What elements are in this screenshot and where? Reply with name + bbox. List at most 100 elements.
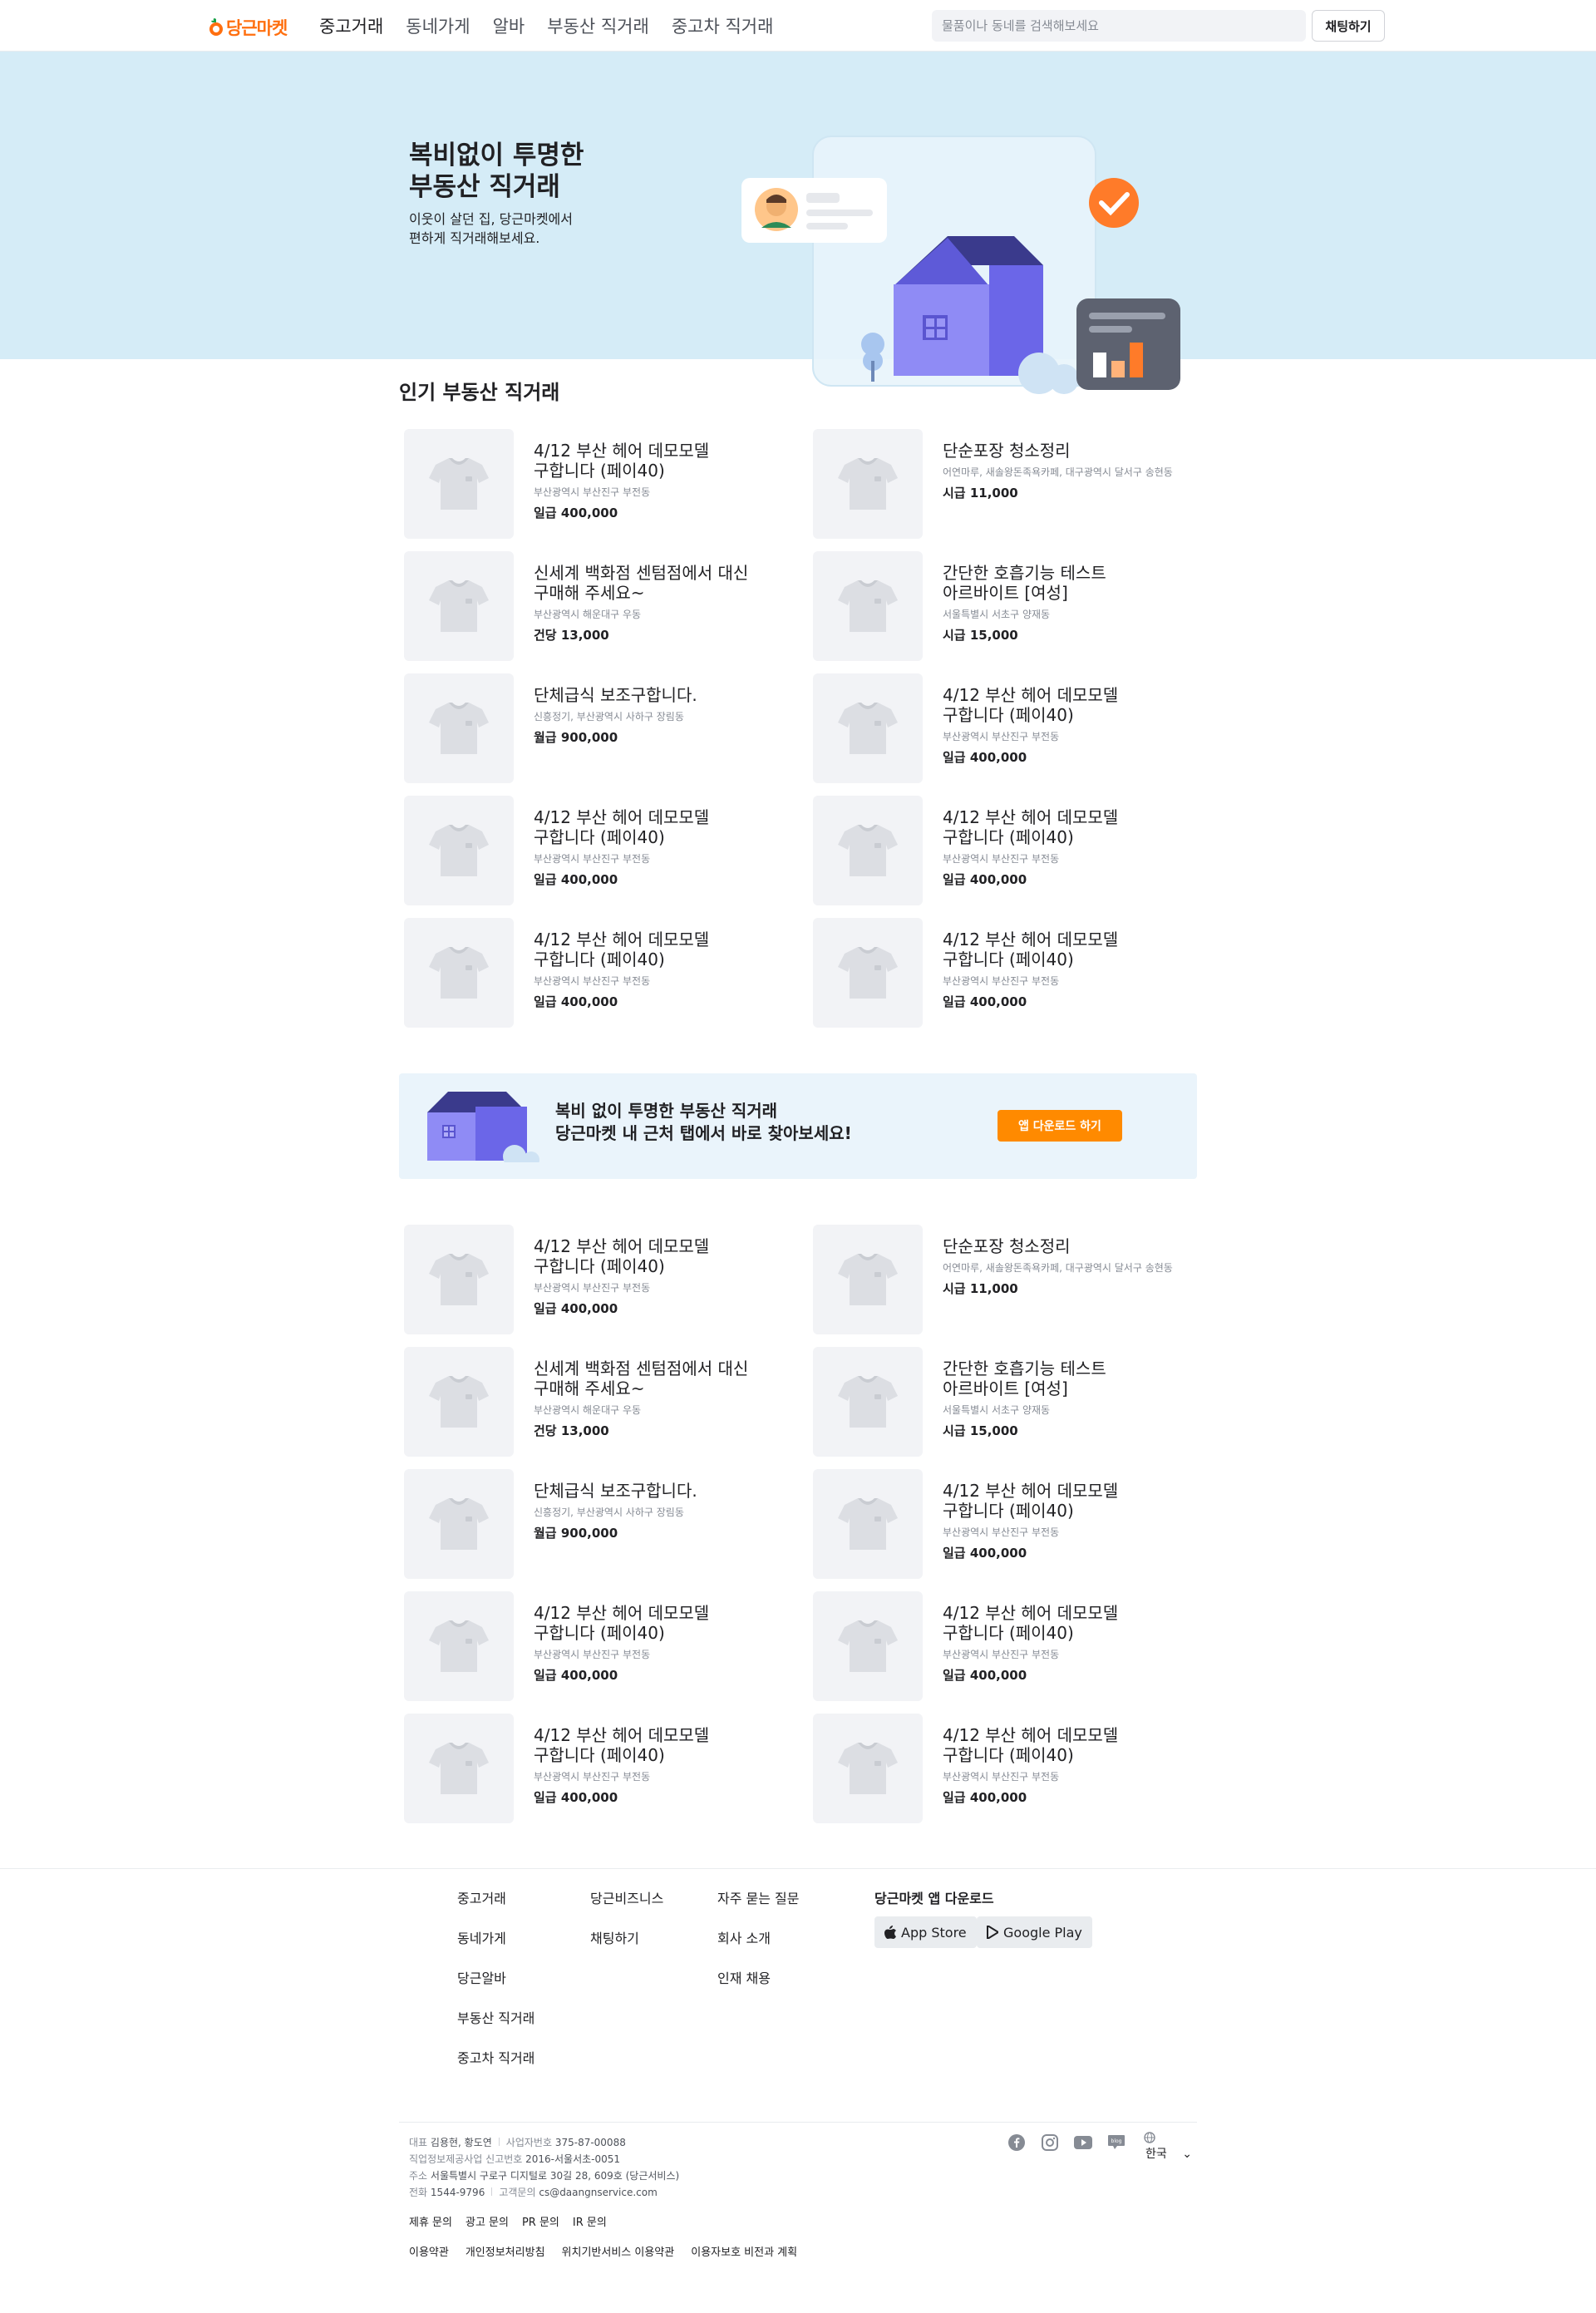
listing-thumbnail [813,551,923,661]
footer-link[interactable]: IR 문의 [573,2213,607,2229]
listing-card[interactable]: 단체급식 보조구합니다. 신흥정기, 부산광역시 사하구 장림동 월급 900,00… [404,673,813,796]
tshirt-placeholder-icon [429,580,489,632]
youtube-icon[interactable] [1074,2133,1092,2152]
footer-link[interactable]: 광고 문의 [466,2213,509,2229]
listing-location: 부산광역시 부산진구 부전동 [534,486,651,498]
listing-price: 일급 400,000 [534,872,618,887]
listing-card[interactable]: 4/12 부산 헤어 데모모델 구합니다 (페이40) 부산광역시 부산진구 부전… [813,1591,1222,1714]
footer-link[interactable]: 당근비즈니스 [590,1887,663,1927]
listing-info: 4/12 부산 헤어 데모모델 구합니다 (페이40) 부산광역시 부산진구 부전… [534,1725,775,1806]
hero-banner: 복비없이 투명한 부동산 직거래 이웃이 살던 집, 당근마켓에서 편하게 직거… [0,52,1596,394]
app-download-button[interactable]: 앱 다운로드 하기 [998,1110,1122,1142]
listing-card[interactable]: 4/12 부산 헤어 데모모델 구합니다 (페이40) 부산광역시 부산진구 부전… [813,918,1222,1040]
listing-card[interactable]: 4/12 부산 헤어 데모모델 구합니다 (페이40) 부산광역시 부산진구 부전… [404,796,813,918]
listing-card[interactable]: 4/12 부산 헤어 데모모델 구합니다 (페이40) 부산광역시 부산진구 부전… [404,1714,813,1836]
listing-info: 간단한 호흡기능 테스트 아르바이트 [여성] 서울특별시 서초구 양재동 시급 1… [943,563,1184,644]
listing-title: 4/12 부산 헤어 데모모델 구합니다 (페이40) [943,1725,1119,1765]
logo[interactable]: 당근마켓 [208,15,288,40]
listing-price: 일급 400,000 [943,1668,1027,1683]
listing-thumbnail [813,1225,923,1334]
google-play-label: Google Play [1003,1924,1082,1941]
listing-card[interactable]: 4/12 부산 헤어 데모모델 구합니다 (페이40) 부산광역시 부산진구 부전… [813,1469,1222,1591]
nav-item-jobs[interactable]: 알바 [493,13,525,38]
footer-link[interactable]: 중고거래 [457,1887,534,1927]
listing-card[interactable]: 단순포장 청소정리 어연마루, 새솔왕돈족욕카페, 대구광역시 달서구 송현동 시급… [813,429,1222,551]
listing-card[interactable]: 4/12 부산 헤어 데모모델 구합니다 (페이40) 부산광역시 부산진구 부전… [404,918,813,1040]
footer-link[interactable]: 자주 묻는 질문 [717,1887,800,1927]
nav-item-used-trade[interactable]: 중고거래 [319,13,383,38]
listing-grid-top: 4/12 부산 헤어 데모모델 구합니다 (페이40) 부산광역시 부산진구 부전… [404,429,1222,1040]
listing-info: 4/12 부산 헤어 데모모델 구합니다 (페이40) 부산광역시 부산진구 부전… [943,930,1184,1010]
footer-link[interactable]: 위치기반서비스 이용약관 [562,2243,675,2259]
footer-link[interactable]: 이용자보호 비전과 계획 [691,2243,797,2259]
footer-link[interactable]: 인재 채용 [717,1967,800,2007]
listing-price: 시급 15,000 [943,1423,1018,1438]
listing-price: 일급 400,000 [534,994,618,1009]
listing-location: 부산광역시 부산진구 부전동 [534,975,651,987]
listing-card[interactable]: 4/12 부산 헤어 데모모델 구합니다 (페이40) 부산광역시 부산진구 부전… [404,1591,813,1714]
facebook-icon[interactable] [1007,2133,1026,2152]
footer-link[interactable]: 채팅하기 [590,1927,663,1967]
language-selector[interactable]: 한국 ⌄ [1144,2132,1192,2162]
listing-location: 부산광역시 부산진구 부전동 [534,1771,651,1783]
listing-title: 4/12 부산 헤어 데모모델 구합니다 (페이40) [534,1603,710,1643]
listing-thumbnail [813,1714,923,1823]
listing-thumbnail [404,796,514,905]
nav-item-used-car[interactable]: 중고차 직거래 [672,13,774,38]
footer-link[interactable]: 제휴 문의 [409,2213,452,2229]
listing-thumbnail [813,796,923,905]
listing-title: 4/12 부산 헤어 데모모델 구합니다 (페이40) [534,441,710,481]
chat-button[interactable]: 채팅하기 [1312,10,1385,42]
google-play-button[interactable]: Google Play [977,1916,1092,1948]
footer-link[interactable]: 회사 소개 [717,1927,800,1967]
listing-location: 부산광역시 부산진구 부전동 [943,731,1060,742]
phone-value: 1544-9796 [430,2187,485,2198]
listing-info: 4/12 부산 헤어 데모모델 구합니다 (페이40) 부산광역시 부산진구 부전… [943,685,1184,766]
tshirt-placeholder-icon [838,703,898,754]
listing-title: 간단한 호흡기능 테스트 아르바이트 [여성] [943,1359,1106,1398]
listing-price: 시급 15,000 [943,628,1018,643]
footer-link[interactable]: 당근알바 [457,1967,534,2007]
search-input[interactable] [932,10,1306,42]
language-label: 한국 [1145,2148,1167,2161]
rep-value: 김용현, 황도연 [430,2137,492,2148]
corporate-info: 대표 김용현, 황도연 사업자번호 375-87-00088 직업정보제공사업 신… [409,2134,679,2201]
footer-link[interactable]: 중고차 직거래 [457,2047,534,2087]
listing-card[interactable]: 간단한 호흡기능 테스트 아르바이트 [여성] 서울특별시 서초구 양재동 시급 1… [813,551,1222,673]
app-store-button[interactable]: App Store [874,1916,977,1948]
listing-card[interactable]: 4/12 부산 헤어 데모모델 구합니다 (페이40) 부산광역시 부산진구 부전… [404,1225,813,1347]
listing-location: 부산광역시 부산진구 부전동 [534,1649,651,1660]
footer-link[interactable]: 동네가게 [457,1927,534,1967]
listing-card[interactable]: 4/12 부산 헤어 데모모델 구합니다 (페이40) 부산광역시 부산진구 부전… [404,429,813,551]
listing-location: 어연마루, 새솔왕돈족욕카페, 대구광역시 달서구 송현동 [943,1262,1173,1274]
listing-info: 4/12 부산 헤어 데모모델 구합니다 (페이40) 부산광역시 부산진구 부전… [943,1725,1184,1806]
listing-card[interactable]: 단체급식 보조구합니다. 신흥정기, 부산광역시 사하구 장림동 월급 900,00… [404,1469,813,1591]
listing-card[interactable]: 신세계 백화점 센텀점에서 대신 구매해 주세요~ 부산광역시 해운대구 우동 건당… [404,551,813,673]
listing-card[interactable]: 4/12 부산 헤어 데모모델 구합니다 (페이40) 부산광역시 부산진구 부전… [813,1714,1222,1836]
listing-location: 신흥정기, 부산광역시 사하구 장림동 [534,1507,684,1518]
listing-thumbnail [404,673,514,783]
listing-info: 신세계 백화점 센텀점에서 대신 구매해 주세요~ 부산광역시 해운대구 우동 건당… [534,1359,775,1439]
listing-card[interactable]: 신세계 백화점 센텀점에서 대신 구매해 주세요~ 부산광역시 해운대구 우동 건당… [404,1347,813,1469]
blog-icon[interactable]: blog [1107,2133,1126,2152]
listing-card[interactable]: 단순포장 청소정리 어연마루, 새솔왕돈족욕카페, 대구광역시 달서구 송현동 시급… [813,1225,1222,1347]
listing-thumbnail [404,1714,514,1823]
nav-item-real-estate[interactable]: 부동산 직거래 [547,13,649,38]
listing-price: 일급 400,000 [534,1301,618,1316]
app-download-title: 당근마켓 앱 다운로드 [874,1891,994,1906]
cs-value[interactable]: cs@daangnservice.com [539,2187,657,2198]
listing-info: 4/12 부산 헤어 데모모델 구합니다 (페이40) 부산광역시 부산진구 부전… [534,930,775,1010]
listing-price: 일급 400,000 [534,1668,618,1683]
footer-link[interactable]: 개인정보처리방침 [466,2243,545,2259]
listing-card[interactable]: 4/12 부산 헤어 데모모델 구합니다 (페이40) 부산광역시 부산진구 부전… [813,796,1222,918]
footer-link[interactable]: PR 문의 [522,2213,559,2229]
tshirt-placeholder-icon [429,825,489,876]
listing-card[interactable]: 간단한 호흡기능 테스트 아르바이트 [여성] 서울특별시 서초구 양재동 시급 1… [813,1347,1222,1469]
instagram-icon[interactable] [1041,2133,1059,2152]
nav-item-local-store[interactable]: 동네가게 [406,13,470,38]
listing-grid-bottom: 4/12 부산 헤어 데모모델 구합니다 (페이40) 부산광역시 부산진구 부전… [404,1225,1222,1836]
listing-card[interactable]: 4/12 부산 헤어 데모모델 구합니다 (페이40) 부산광역시 부산진구 부전… [813,673,1222,796]
footer-link[interactable]: 부동산 직거래 [457,2007,534,2047]
footer-link[interactable]: 이용약관 [409,2243,449,2259]
listing-thumbnail [404,429,514,539]
